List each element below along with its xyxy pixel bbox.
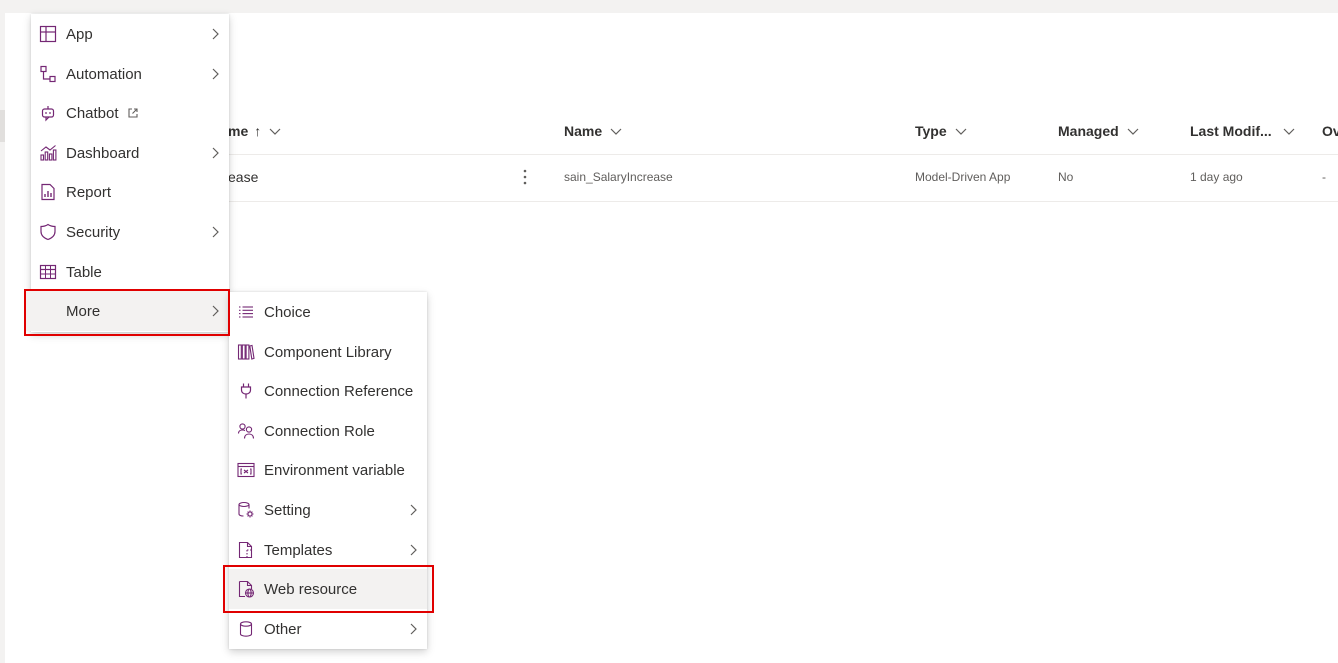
menu-item-other[interactable]: Other — [229, 609, 427, 649]
menu-item-automation[interactable]: Automation — [31, 54, 229, 94]
chevron-right-icon — [410, 544, 417, 556]
menu-item-label: Security — [66, 223, 121, 241]
left-nav-selected[interactable] — [0, 110, 5, 142]
menu-item-label: Component Library — [264, 343, 392, 361]
menu-item-label: App — [66, 25, 93, 43]
column-header-owner[interactable]: Ov — [1322, 119, 1338, 143]
menu-item-table[interactable]: Table — [31, 252, 229, 292]
menu-item-label: Dashboard — [66, 144, 140, 162]
variable-icon — [237, 461, 255, 479]
menu-item-label: Choice — [264, 303, 311, 321]
row-managed: No — [1058, 170, 1074, 184]
menu-item-label: Templates — [264, 541, 333, 559]
column-header-label: Last Modif... — [1190, 123, 1272, 139]
menu-item-more[interactable]: More — [25, 291, 229, 331]
menu-item-report[interactable]: Report — [31, 172, 229, 212]
app-icon — [39, 25, 57, 43]
chevron-down-icon — [1283, 128, 1295, 135]
chevron-right-icon — [212, 305, 219, 317]
chevron-down-icon — [610, 128, 622, 135]
chevron-right-icon — [410, 623, 417, 635]
menu-item-web-resource[interactable]: Web resource — [229, 569, 427, 609]
column-header-label: Managed — [1058, 123, 1119, 139]
menu-item-environment-variable[interactable]: Environment variable — [229, 450, 427, 490]
menu-item-security[interactable]: Security — [31, 212, 229, 252]
chevron-right-icon — [212, 28, 219, 40]
dashboard-icon — [39, 144, 57, 162]
menu-item-connection-reference[interactable]: Connection Reference — [229, 371, 427, 411]
menu-item-label: Environment variable — [264, 461, 405, 479]
plug-icon — [237, 382, 255, 400]
left-nav-strip — [0, 13, 5, 663]
column-header-label: Name — [564, 123, 603, 139]
menu-item-chatbot[interactable]: Chatbot — [31, 93, 229, 133]
automation-icon — [39, 65, 57, 83]
row-owner: - — [1322, 170, 1326, 184]
column-header-label: Ov — [1322, 123, 1338, 139]
menu-item-component-library[interactable]: Component Library — [229, 332, 427, 372]
template-icon — [237, 541, 255, 559]
menu-item-label: Connection Role — [264, 422, 375, 440]
external-link-icon — [127, 107, 138, 118]
menu-item-label: Chatbot — [66, 104, 119, 122]
settings-icon — [237, 501, 255, 519]
chevron-down-icon — [269, 128, 281, 135]
column-header-display-name[interactable]: me ↑ — [228, 119, 282, 143]
top-bar — [0, 0, 1338, 13]
menu-item-dashboard[interactable]: Dashboard — [31, 133, 229, 173]
more-submenu: Choice Component Library Connection Refe… — [229, 292, 427, 649]
menu-item-choice[interactable]: Choice — [229, 292, 427, 332]
chevron-down-icon — [955, 128, 967, 135]
menu-item-setting[interactable]: Setting — [229, 490, 427, 530]
menu-item-label: Other — [264, 620, 302, 638]
column-header-label: me — [228, 123, 249, 139]
row-name: sain_SalaryIncrease — [564, 170, 673, 184]
choice-icon — [237, 303, 255, 321]
menu-item-connection-role[interactable]: Connection Role — [229, 411, 427, 451]
header-divider — [228, 154, 1338, 155]
chevron-right-icon — [212, 147, 219, 159]
table-icon — [39, 263, 57, 281]
row-last-modified: 1 day ago — [1190, 170, 1243, 184]
column-header-label: Type — [915, 123, 947, 139]
menu-item-app[interactable]: App — [31, 14, 229, 54]
menu-item-label: Connection Reference — [264, 382, 414, 400]
menu-item-label: Setting — [264, 501, 311, 519]
shield-icon — [39, 223, 57, 241]
menu-item-label: Automation — [66, 65, 142, 83]
chevron-right-icon — [410, 504, 417, 516]
chevron-right-icon — [212, 226, 219, 238]
column-header-last-modified[interactable]: Last Modif... — [1190, 119, 1296, 143]
library-icon — [237, 343, 255, 361]
new-menu: App Automation Chatbot Dashboard Report … — [25, 14, 229, 332]
menu-item-templates[interactable]: Templates — [229, 530, 427, 570]
database-icon — [237, 620, 255, 638]
web-resource-icon — [237, 580, 255, 598]
menu-item-label: More — [66, 302, 101, 320]
menu-item-label: Web resource — [264, 580, 358, 598]
column-header-managed[interactable]: Managed — [1058, 119, 1140, 143]
more-options-icon[interactable] — [519, 167, 531, 187]
people-icon — [237, 422, 255, 440]
row-type: Model-Driven App — [915, 170, 1011, 184]
chevron-right-icon — [212, 68, 219, 80]
row-display-name[interactable]: ease — [228, 169, 258, 185]
menu-item-label: Table — [66, 263, 102, 281]
chatbot-icon — [39, 104, 57, 122]
column-header-name[interactable]: Name — [564, 119, 623, 143]
menu-item-label: Report — [66, 183, 112, 201]
chevron-down-icon — [1127, 128, 1139, 135]
sort-ascending-icon: ↑ — [254, 123, 262, 139]
column-header-type[interactable]: Type — [915, 119, 968, 143]
row-divider — [228, 201, 1338, 202]
report-icon — [39, 183, 57, 201]
menu-item-label-wrap: Chatbot — [66, 105, 139, 122]
